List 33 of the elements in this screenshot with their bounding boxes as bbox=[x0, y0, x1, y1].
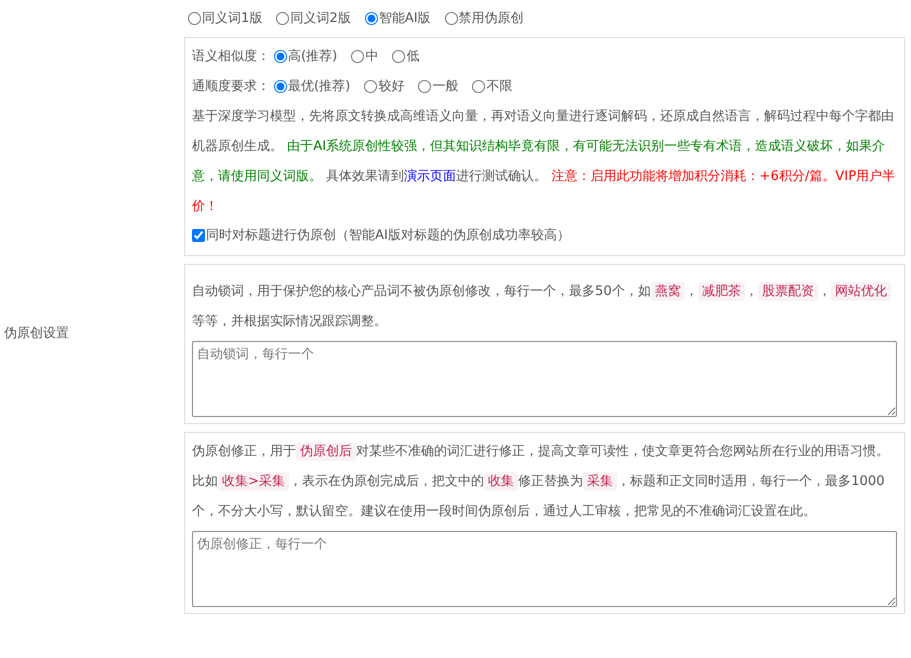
setting-label: 通顺度要求： bbox=[192, 78, 270, 96]
lock-words-field[interactable]: 自动锁词，每行一个 bbox=[192, 341, 897, 418]
checkbox-label[interactable]: 同时对标题进行伪原创（智能AI版对标题的伪原创成功率较高） bbox=[206, 226, 570, 246]
option-label[interactable]: 低 bbox=[406, 47, 420, 67]
radio-button[interactable] bbox=[188, 12, 201, 25]
radio-button[interactable] bbox=[351, 50, 364, 64]
radio-button[interactable] bbox=[392, 50, 406, 64]
radio-button[interactable] bbox=[274, 80, 287, 94]
radio-button[interactable] bbox=[364, 80, 378, 94]
description-text: 自动锁词，用于保护您的核心产品词不被伪原创修改，每行一个，最多50个，如 燕窝 ， 减肥茶 ， 股票配资 ， 网站优化 等等，并根据实际情况跟踪调整。 bbox=[192, 277, 897, 338]
radio-button[interactable] bbox=[418, 80, 432, 94]
option-label[interactable]: 中 bbox=[365, 47, 378, 67]
radio-button[interactable] bbox=[276, 12, 290, 25]
radio-button[interactable] bbox=[444, 12, 458, 25]
radio-button[interactable] bbox=[472, 80, 486, 94]
description-text: 基于深度学习模型，先将原文转换成高维语义向量，再对语义向量进行逐词解码，还原成自然语言，解码过程中每个字都由机器原创生成。 由于AI系统原创性较强，但其知识结构毕竟有限，有可能无法识别一些专有术语，造成语义破坏，如果介意，请使用同义词版。 具体效果请到演示页面进行测试确认。 注意：启用此功能将增加积分消耗：+6积分/篇。VIP用户半价！ bbox=[192, 108, 896, 216]
option-label[interactable]: 禁用伪原创 bbox=[458, 8, 524, 28]
option-label[interactable]: 较好 bbox=[378, 77, 404, 97]
demo-link[interactable]: 演示页面 bbox=[404, 169, 456, 184]
option-label[interactable]: 同义词1版 bbox=[202, 8, 262, 28]
option-label[interactable]: 同义词2版 bbox=[290, 8, 351, 28]
option-label[interactable]: 不限 bbox=[486, 77, 512, 97]
option-label[interactable]: 高(推荐) bbox=[288, 47, 338, 67]
option-label[interactable]: 智能AI版 bbox=[378, 8, 431, 28]
option-label[interactable]: 一般 bbox=[432, 77, 458, 97]
radio-button[interactable] bbox=[364, 12, 378, 25]
description-text: 伪原创修正，用于 伪原创后 对某些不准确的词汇进行修正，提高文章可读性，使文章更符合您网站所在行业的用语习惯。比如 收集>采集 ，表示在伪原创完成后，把文中的 收集 修正替换为 采集 ，标题和正文同时适用，每行一个，最多1000个，不分大小写，默认留空。建议在使用一段时间伪原创后，通过人工审核，把常见的不准确词汇设置在此。 bbox=[192, 441, 890, 522]
option-label[interactable]: 最优(推荐) bbox=[288, 77, 350, 97]
section-label: 伪原创设置 bbox=[3, 325, 69, 344]
setting-label: 语义相似度： bbox=[192, 48, 270, 66]
radio-button[interactable] bbox=[274, 50, 287, 64]
corrections-field[interactable]: 伪原创修正，每行一个 bbox=[192, 531, 897, 608]
checkbox[interactable] bbox=[192, 229, 205, 242]
